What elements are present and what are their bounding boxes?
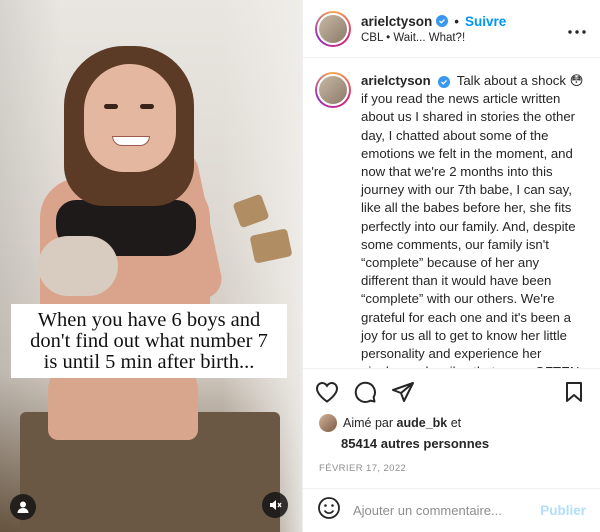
caption-username[interactable]: arielctyson <box>361 73 431 88</box>
muted-speaker-icon[interactable] <box>262 492 288 518</box>
avatar[interactable] <box>315 10 351 47</box>
newborn-baby <box>38 236 118 296</box>
username-link[interactable]: arielctyson <box>361 14 432 29</box>
caption-text: Talk about a shock 😳 if you read the new… <box>361 73 584 368</box>
person-face <box>84 64 176 172</box>
likes-summary: Aimé par aude_bk et 85414 autres personn… <box>303 414 600 451</box>
post-sidebar: arielctyson • Suivre CBL • Wait... What?… <box>302 0 600 532</box>
post-date: FÉVRIER 17, 2022 <box>319 463 407 474</box>
post-subtitle: CBL • Wait... What?! <box>361 31 466 44</box>
user-icon[interactable] <box>10 494 36 520</box>
separator-dot: • <box>454 13 460 29</box>
post-video[interactable]: When you have 6 boys and don't find out … <box>0 0 302 532</box>
caption-line: is until 5 min after birth... <box>43 350 255 373</box>
likes-count-link[interactable]: 85414 autres personnes <box>319 436 586 451</box>
verified-badge-icon <box>438 76 451 88</box>
heart-icon[interactable] <box>315 380 339 404</box>
caption-line: When you have 6 boys and <box>37 308 261 331</box>
comment-input[interactable] <box>353 503 541 518</box>
avatar[interactable] <box>315 72 351 108</box>
comment-composer: Publier <box>303 488 600 532</box>
liker-avatar[interactable] <box>319 414 337 432</box>
caption-line: don't find out what number 7 <box>30 329 268 352</box>
action-bar <box>303 368 600 414</box>
liker-username[interactable]: aude_bk <box>397 416 448 430</box>
post-header: arielctyson • Suivre CBL • Wait... What?… <box>303 0 600 58</box>
instagram-post-view: When you have 6 boys and don't find out … <box>0 0 600 532</box>
bookmark-icon[interactable] <box>562 380 586 404</box>
emoji-icon[interactable] <box>317 496 341 525</box>
comment-icon[interactable] <box>353 380 377 404</box>
post-caption: arielctyson Talk about a shock 😳 if you … <box>303 58 600 368</box>
verified-badge-icon <box>436 15 449 27</box>
video-caption-overlay: When you have 6 boys and don't find out … <box>11 304 287 378</box>
more-options-icon[interactable] <box>568 18 586 39</box>
share-icon[interactable] <box>391 380 415 404</box>
follow-button[interactable]: Suivre <box>465 14 506 29</box>
publish-button[interactable]: Publier <box>540 503 586 518</box>
